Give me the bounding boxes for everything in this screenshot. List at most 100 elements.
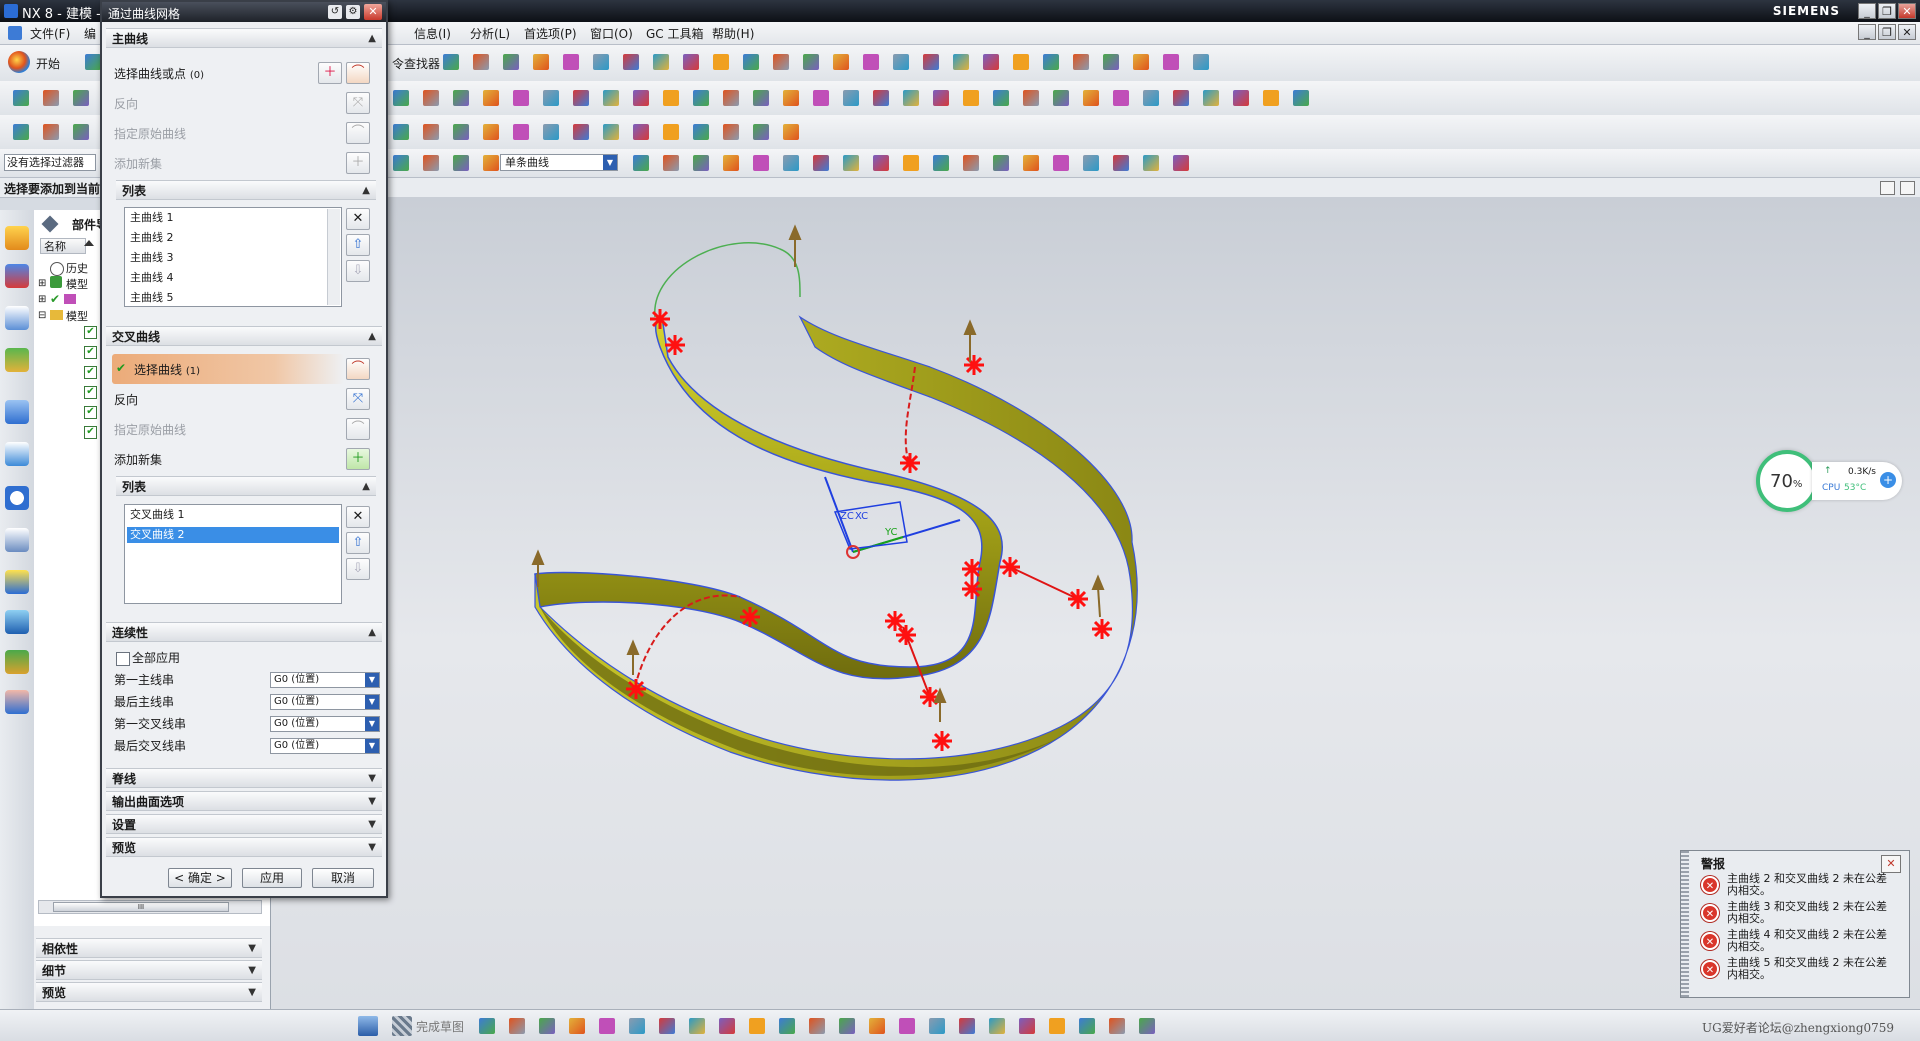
section-continuity[interactable]: 连续性 ▲: [106, 622, 382, 642]
toolbar-tool-icon[interactable]: [510, 121, 532, 143]
toolbar-tool-icon[interactable]: [440, 51, 462, 73]
toolbar-tool-icon[interactable]: [956, 1015, 978, 1037]
toolbar-tool-icon[interactable]: [1080, 152, 1102, 174]
toolbar-tool-icon[interactable]: [836, 1015, 858, 1037]
list-item[interactable]: 主曲线 5: [127, 290, 339, 306]
toolbar-tool-icon[interactable]: [930, 87, 952, 109]
primary-specify-origin-button[interactable]: ⌒: [346, 122, 370, 144]
toolbar-tool-icon[interactable]: [450, 87, 472, 109]
feature-visibility-checkbox[interactable]: ✔: [84, 406, 97, 419]
toolbar-tool-icon[interactable]: [1260, 87, 1282, 109]
dialog-close-button[interactable]: ✕: [364, 4, 382, 20]
toolbar-tool-icon[interactable]: [40, 87, 62, 109]
toolbar-tool-icon[interactable]: [480, 87, 502, 109]
toolbar-tool-icon[interactable]: [930, 152, 952, 174]
first-primary-select[interactable]: G0 (位置) ▼: [270, 672, 380, 688]
last-cross-select[interactable]: G0 (位置) ▼: [270, 738, 380, 754]
toolbar-tool-icon[interactable]: [720, 121, 742, 143]
toolbar-tool-icon[interactable]: [540, 87, 562, 109]
toolbar-tool-icon[interactable]: [420, 87, 442, 109]
finish-sketch-label[interactable]: 完成草图: [416, 1018, 464, 1035]
toolbar-tool-icon[interactable]: [656, 1015, 678, 1037]
section-primary-curves[interactable]: 主曲线 ▲: [106, 28, 382, 48]
toolbar-tool-icon[interactable]: [1106, 1015, 1128, 1037]
alert-item[interactable]: ✕ 主曲线 3 和交叉曲线 2 未在公差内相交。: [1701, 901, 1891, 927]
toolbar-tool-icon[interactable]: [780, 87, 802, 109]
toolbar-tool-icon[interactable]: [1140, 152, 1162, 174]
toolbar-tool-icon[interactable]: [536, 1015, 558, 1037]
toolbar-tool-icon[interactable]: [750, 152, 772, 174]
toolbar-tool-icon[interactable]: [70, 87, 92, 109]
cross-specify-origin-button[interactable]: ⌒: [346, 418, 370, 440]
constraint-navigator-icon[interactable]: [5, 264, 29, 288]
roles-icon[interactable]: [5, 650, 29, 674]
list-item[interactable]: 主曲线 4: [127, 270, 339, 286]
feature-visibility-checkbox[interactable]: ✔: [84, 346, 97, 359]
menu-window[interactable]: 窗口(O): [590, 25, 633, 42]
toolbar-tool-icon[interactable]: [390, 121, 412, 143]
cross-select-row[interactable]: ✔ 选择曲线 (1): [112, 354, 344, 384]
expand-plus-button[interactable]: +: [1880, 472, 1896, 488]
toolbar-tool-icon[interactable]: [1050, 152, 1072, 174]
toolbar-tool-icon[interactable]: [1076, 1015, 1098, 1037]
scroll-thumb[interactable]: III: [53, 902, 229, 912]
toolbar-tool-icon[interactable]: [1110, 152, 1132, 174]
cpu-gauge[interactable]: 70%: [1756, 450, 1818, 512]
toolbar-tool-icon[interactable]: [926, 1015, 948, 1037]
toolbar-tool-icon[interactable]: [990, 152, 1012, 174]
toolbar-tool-icon[interactable]: [540, 121, 562, 143]
nav-scrollbar[interactable]: III: [38, 900, 262, 914]
expand-icon[interactable]: ⊞: [38, 278, 46, 289]
toolbar-tool-icon[interactable]: [480, 121, 502, 143]
toolbar-tool-icon[interactable]: [566, 1015, 588, 1037]
toolbar-tool-icon[interactable]: [476, 1015, 498, 1037]
toolbar-tool-icon[interactable]: [1190, 51, 1212, 73]
view-icon[interactable]: [1880, 181, 1895, 195]
toolbar-tool-icon[interactable]: [806, 1015, 828, 1037]
list-item[interactable]: 主曲线 2: [127, 230, 339, 246]
panel-preview[interactable]: 预览 ▼: [36, 982, 262, 1002]
cross-reverse-button[interactable]: ⤧: [346, 388, 370, 410]
menu-file[interactable]: 文件(F): [30, 25, 70, 42]
toolbar-tool-icon[interactable]: [500, 51, 522, 73]
move-down-button[interactable]: ⇩: [346, 260, 370, 282]
toolbar-tool-icon[interactable]: [770, 51, 792, 73]
toolbar-tool-icon[interactable]: [1130, 51, 1152, 73]
sketch-icon[interactable]: [358, 1016, 378, 1036]
toolbar-tool-icon[interactable]: [920, 51, 942, 73]
toolbar-tool-icon[interactable]: [10, 87, 32, 109]
section-cross-list[interactable]: 列表 ▲: [116, 476, 376, 496]
toolbar-tool-icon[interactable]: [950, 51, 972, 73]
cross-curve-list[interactable]: 交叉曲线 1 交叉曲线 2: [124, 504, 342, 604]
toolbar-tool-icon[interactable]: [560, 51, 582, 73]
toolbar-tool-icon[interactable]: [1080, 87, 1102, 109]
manufacturing-wizards-icon[interactable]: [5, 610, 29, 634]
toolbar-tool-icon[interactable]: [720, 87, 742, 109]
doc-close-button[interactable]: ✕: [1898, 24, 1916, 40]
toolbar-tool-icon[interactable]: [870, 152, 892, 174]
toolbar-tool-icon[interactable]: [1136, 1015, 1158, 1037]
toolbar-tool-icon[interactable]: [600, 87, 622, 109]
toolbar-tool-icon[interactable]: [810, 87, 832, 109]
move-down-button[interactable]: ⇩: [346, 558, 370, 580]
start-button[interactable]: 开始: [36, 55, 60, 72]
ok-button[interactable]: < 确定 >: [168, 868, 232, 888]
toolbar-tool-icon[interactable]: [830, 51, 852, 73]
alert-grip[interactable]: [1681, 851, 1689, 997]
toolbar-tool-icon[interactable]: [660, 87, 682, 109]
toolbar-tool-icon[interactable]: [750, 87, 772, 109]
assembly-navigator-icon[interactable]: [5, 226, 29, 250]
first-cross-select[interactable]: G0 (位置) ▼: [270, 716, 380, 732]
toolbar-tool-icon[interactable]: [1010, 51, 1032, 73]
system-scenes-icon[interactable]: [5, 690, 29, 714]
alert-close-button[interactable]: ✕: [1881, 855, 1901, 873]
fullscreen-icon[interactable]: [1900, 181, 1915, 195]
section-primary-list[interactable]: 列表 ▲: [116, 180, 376, 200]
finish-sketch-icon[interactable]: [392, 1016, 412, 1036]
list-item-selected[interactable]: 交叉曲线 2: [127, 527, 339, 543]
toolbar-tool-icon[interactable]: [420, 152, 442, 174]
toolbar-tool-icon[interactable]: [1016, 1015, 1038, 1037]
point-constructor-button[interactable]: ＋: [318, 62, 342, 84]
toolbar-tool-icon[interactable]: [686, 1015, 708, 1037]
toolbar-tool-icon[interactable]: [990, 87, 1012, 109]
